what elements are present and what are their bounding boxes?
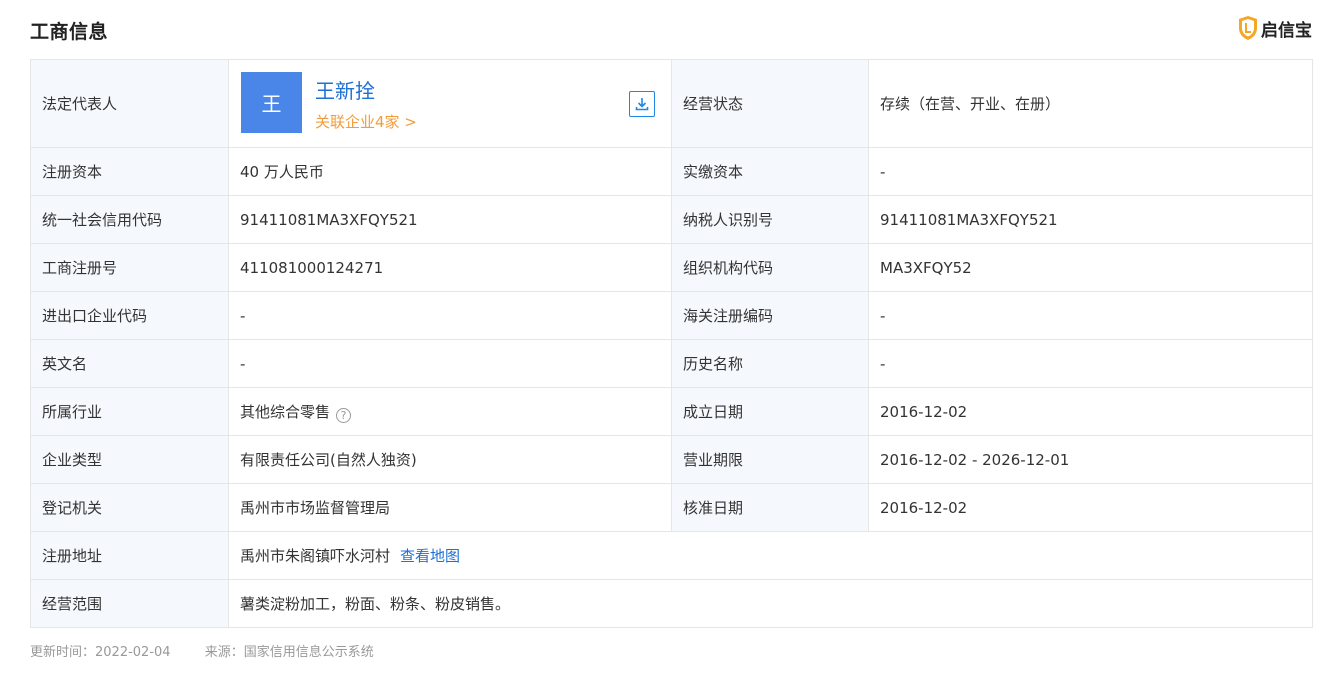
shield-logo-icon <box>1239 16 1257 40</box>
field-label: 进出口企业代码 <box>30 291 229 340</box>
field-value: 2016-12-02 <box>868 387 1313 436</box>
help-icon[interactable]: ? <box>336 407 352 423</box>
table-row: 英文名 - 历史名称 - <box>30 339 1313 388</box>
download-icon[interactable] <box>629 91 655 117</box>
business-info-table: 法定代表人 王 王新拴 关联企业4家 > 经营状态 存续（在营、开业、在册） 注… <box>30 59 1313 628</box>
related-companies-link[interactable]: 关联企业4家 > <box>315 111 417 132</box>
field-label: 历史名称 <box>671 339 869 388</box>
field-label: 登记机关 <box>30 483 229 532</box>
address-label: 注册地址 <box>30 531 229 580</box>
table-row: 企业类型 有限责任公司(自然人独资) 营业期限 2016-12-02 - 202… <box>30 435 1313 484</box>
rep-cell: 王 王新拴 关联企业4家 > <box>228 59 672 148</box>
address-value: 禹州市朱阁镇吓水河村 <box>240 547 391 565</box>
field-value: - <box>868 339 1313 388</box>
industry-cell: 其他综合零售? <box>228 387 672 436</box>
field-value: 40 万人民币 <box>228 147 672 196</box>
field-label: 核准日期 <box>671 483 869 532</box>
table-row: 工商注册号 411081000124271 组织机构代码 MA3XFQY52 <box>30 243 1313 292</box>
table-row: 登记机关 禹州市市场监督管理局 核准日期 2016-12-02 <box>30 483 1313 532</box>
field-label: 营业期限 <box>671 435 869 484</box>
field-label: 纳税人识别号 <box>671 195 869 244</box>
rep-name-link[interactable]: 王新拴 <box>315 75 375 104</box>
field-label: 海关注册编码 <box>671 291 869 340</box>
field-value: 91411081MA3XFQY521 <box>868 195 1313 244</box>
table-row: 统一社会信用代码 91411081MA3XFQY521 纳税人识别号 91411… <box>30 195 1313 244</box>
data-source: 来源：国家信用信息公示系统 <box>204 645 374 660</box>
status-label: 经营状态 <box>671 59 869 148</box>
table-row: 法定代表人 王 王新拴 关联企业4家 > 经营状态 存续（在营、开业、在册） <box>30 59 1313 148</box>
table-row: 注册资本 40 万人民币 实缴资本 - <box>30 147 1313 196</box>
field-label: 工商注册号 <box>30 243 229 292</box>
field-label: 企业类型 <box>30 435 229 484</box>
section-title: 工商信息 <box>30 21 109 43</box>
table-row: 注册地址 禹州市朱阁镇吓水河村 查看地图 <box>30 531 1313 580</box>
field-label: 成立日期 <box>671 387 869 436</box>
footer: 更新时间：2022-02-04 来源：国家信用信息公示系统 <box>30 641 374 660</box>
brand-name: 启信宝 <box>1261 20 1312 41</box>
field-value: 有限责任公司(自然人独资) <box>228 435 672 484</box>
address-cell: 禹州市朱阁镇吓水河村 查看地图 <box>228 531 1313 580</box>
field-value: - <box>228 339 672 388</box>
field-value: MA3XFQY52 <box>868 243 1313 292</box>
field-value: 91411081MA3XFQY521 <box>228 195 672 244</box>
field-value: - <box>868 147 1313 196</box>
table-row: 经营范围 薯类淀粉加工，粉面、粉条、粉皮销售。 <box>30 579 1313 628</box>
field-label: 所属行业 <box>30 387 229 436</box>
table-row: 进出口企业代码 - 海关注册编码 - <box>30 291 1313 340</box>
field-value: 禹州市市场监督管理局 <box>228 483 672 532</box>
status-value: 存续（在营、开业、在册） <box>868 59 1313 148</box>
avatar[interactable]: 王 <box>241 72 302 133</box>
field-label: 统一社会信用代码 <box>30 195 229 244</box>
brand-logo: 启信宝 <box>1238 15 1312 41</box>
field-value: 2016-12-02 - 2026-12-01 <box>868 435 1313 484</box>
field-value: 其他综合零售 <box>240 402 331 421</box>
field-label: 实缴资本 <box>671 147 869 196</box>
field-label: 组织机构代码 <box>671 243 869 292</box>
view-map-link[interactable]: 查看地图 <box>400 547 460 565</box>
scope-value: 薯类淀粉加工，粉面、粉条、粉皮销售。 <box>228 579 1313 628</box>
rep-label: 法定代表人 <box>30 59 229 148</box>
field-label: 英文名 <box>30 339 229 388</box>
field-value: - <box>868 291 1313 340</box>
scope-label: 经营范围 <box>30 579 229 628</box>
field-value: 2016-12-02 <box>868 483 1313 532</box>
field-value: 411081000124271 <box>228 243 672 292</box>
field-label: 注册资本 <box>30 147 229 196</box>
field-value: - <box>228 291 672 340</box>
update-time: 更新时间：2022-02-04 <box>30 645 171 660</box>
table-row: 所属行业 其他综合零售? 成立日期 2016-12-02 <box>30 387 1313 436</box>
section-header: 工商信息 启信宝 <box>30 14 1312 46</box>
